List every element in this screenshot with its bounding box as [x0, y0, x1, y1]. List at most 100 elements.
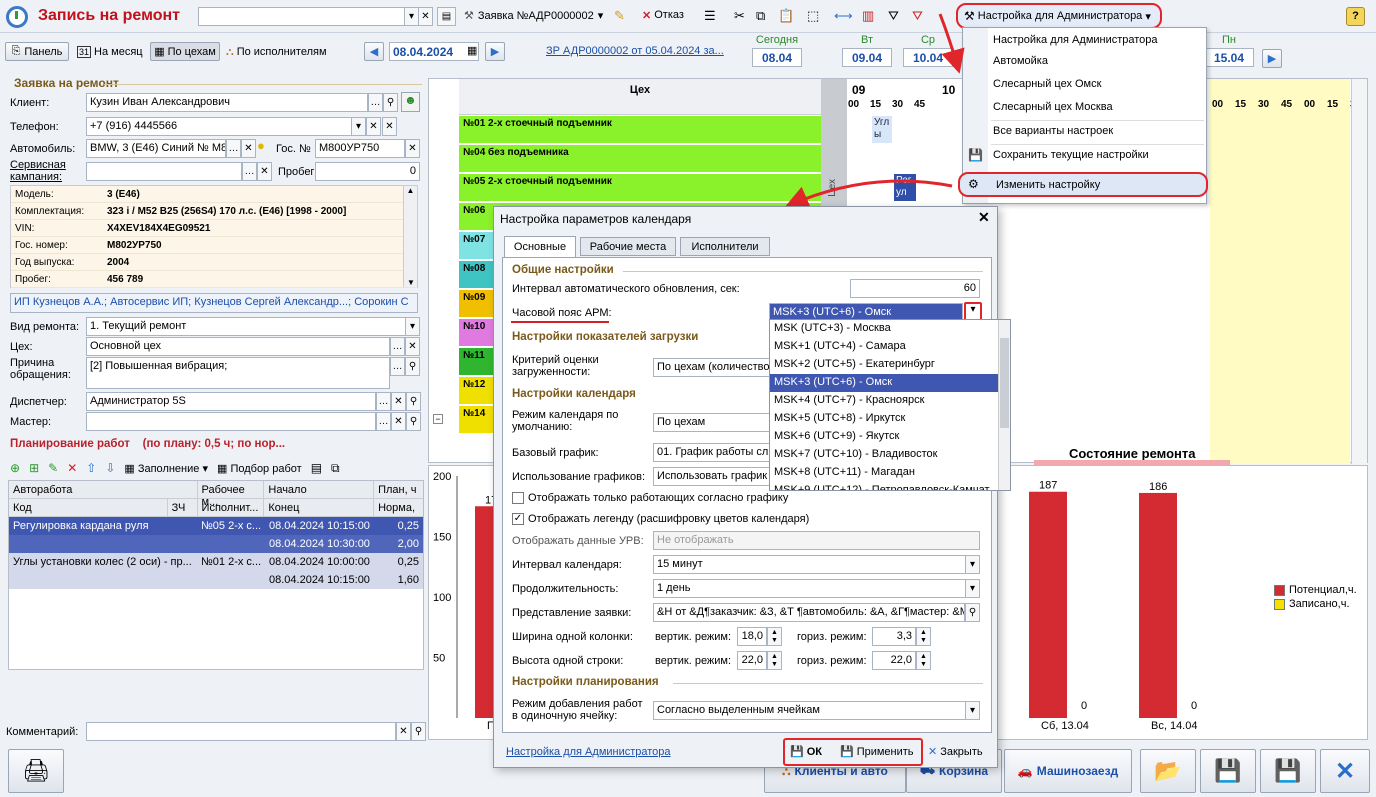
- close-button[interactable]: ✕: [1320, 749, 1370, 793]
- cancel-button[interactable]: ✕ Отказ: [642, 9, 684, 22]
- clear-button[interactable]: ✕: [396, 722, 411, 741]
- refresh-field[interactable]: 60: [850, 279, 980, 298]
- menu-item-all-variants[interactable]: Все варианты настроек: [963, 121, 1206, 144]
- client-field[interactable]: Кузин Иван Александрович: [86, 93, 368, 112]
- month-button[interactable]: 31 На месяц: [77, 46, 143, 58]
- master-field[interactable]: [86, 412, 376, 431]
- load-select[interactable]: По цехам (количество: [653, 358, 771, 377]
- tab-workplaces[interactable]: Рабочие места: [580, 237, 676, 256]
- col-horiz-field[interactable]: 3,3: [872, 627, 916, 646]
- edit-icon[interactable]: ✎: [614, 8, 625, 24]
- search-icon[interactable]: ⚲: [405, 357, 420, 376]
- use-select[interactable]: Использовать график: [653, 467, 771, 486]
- menu-item-admin[interactable]: Настройка для Администратора: [963, 28, 1206, 51]
- search-icon[interactable]: ⚲: [411, 722, 426, 741]
- more-button[interactable]: …: [368, 93, 383, 112]
- duration-select[interactable]: 1 день: [653, 579, 980, 598]
- arrival-button[interactable]: 🚗 Машинозаезд: [1004, 749, 1132, 793]
- fill-button[interactable]: ▦ Заполнение ▾: [124, 462, 208, 475]
- tz-option[interactable]: MSK+4 (UTC+7) - Красноярск: [770, 392, 1010, 410]
- date-input[interactable]: 08.04.2024: [389, 42, 479, 61]
- dispatcher-field[interactable]: Администратор 5S: [86, 392, 376, 411]
- spinner-icon[interactable]: ▲ ▼: [916, 627, 931, 646]
- day-today[interactable]: Сегодня 08.04: [752, 34, 802, 67]
- table-row[interactable]: Углы установки колес (2 оси) - пр... №01…: [9, 553, 423, 589]
- chevron-down-icon[interactable]: ▾: [965, 555, 980, 574]
- more-button[interactable]: …: [390, 357, 405, 376]
- scrollbar[interactable]: [1351, 79, 1367, 464]
- bay-row[interactable]: №05 2-х стоечный подъемник: [459, 174, 821, 202]
- campaign-field[interactable]: [86, 162, 242, 181]
- chevron-down-icon[interactable]: ▾: [351, 117, 366, 136]
- chevron-down-icon[interactable]: ▾: [404, 7, 419, 26]
- row-horiz-field[interactable]: 22,0: [872, 651, 916, 670]
- tz-option[interactable]: MSK+2 (UTC+5) - Екатеринбург: [770, 356, 1010, 374]
- close-icon[interactable]: ✕: [978, 209, 990, 226]
- tz-option[interactable]: MSK+5 (UTC+8) - Иркутск: [770, 410, 1010, 428]
- print-button[interactable]: 🖨: [8, 749, 64, 793]
- bay-row[interactable]: №01 2-х стоечный подъемник: [459, 116, 821, 144]
- car-field[interactable]: BMW, 3 (E46) Синий № М8: [86, 139, 226, 158]
- mode-select[interactable]: По цехам: [653, 413, 771, 432]
- menu-item-carwash[interactable]: Автомойка: [963, 51, 1206, 74]
- menu-item-change-setting[interactable]: ⚙ Изменить настройку: [958, 172, 1208, 197]
- apply-button[interactable]: 💾 Применить: [840, 745, 914, 759]
- move-down-icon[interactable]: ⇩: [105, 461, 115, 475]
- spinner-icon[interactable]: ▲ ▼: [767, 651, 782, 670]
- filter-clear-icon[interactable]: ⛛: [912, 8, 923, 24]
- admin-settings-button[interactable]: ⚒ Настройка для Администратора ▾: [956, 3, 1162, 29]
- clear-button[interactable]: ✕: [405, 337, 420, 356]
- more-button[interactable]: …: [226, 139, 241, 158]
- table-row[interactable]: Регулировка кардана руля №05 2-х с... 08…: [9, 517, 423, 553]
- copy-icon[interactable]: ⧉: [331, 461, 340, 476]
- open-folder-button[interactable]: 📂: [1140, 749, 1196, 793]
- menu-item-moscow[interactable]: Слесарный цех Москва: [963, 97, 1206, 120]
- panel-button[interactable]: ⎘ Панель: [5, 42, 69, 61]
- gos-field[interactable]: М800УР750: [315, 139, 405, 158]
- save-close-button[interactable]: 💾: [1200, 749, 1256, 793]
- admin-settings-link[interactable]: Настройка для Администратора: [506, 746, 671, 758]
- clear-button[interactable]: ✕: [241, 139, 256, 158]
- tz-option[interactable]: MSK+3 (UTC+6) - Омск: [770, 374, 1010, 392]
- add-copy-icon[interactable]: ⊞: [29, 461, 39, 475]
- booking-cell[interactable]: Рег ул: [894, 174, 916, 201]
- col-vert-field[interactable]: 18,0: [737, 627, 767, 646]
- clear-search-button[interactable]: ✕: [418, 7, 433, 26]
- chevron-down-icon[interactable]: ▾: [965, 579, 980, 598]
- only-working-checkbox[interactable]: Отображать только работающих согласно гр…: [512, 492, 788, 504]
- add-mode-select[interactable]: Согласно выделенным ячейкам: [653, 701, 980, 720]
- clear-button[interactable]: ✕: [391, 392, 406, 411]
- view-field[interactable]: &Н от &Д¶заказчик: &З, &Т ¶автомобиль: &…: [653, 603, 965, 622]
- by-shops-button[interactable]: ▦ По цехам: [150, 42, 220, 61]
- urv-select[interactable]: Не отображать: [653, 531, 980, 550]
- row-vert-field[interactable]: 22,0: [737, 651, 767, 670]
- close-dialog-button[interactable]: ✕ Закрыть: [928, 745, 983, 759]
- tz-option[interactable]: MSK (UTC+3) - Москва: [770, 320, 1010, 338]
- resize-icon[interactable]: ⟷: [834, 8, 853, 24]
- tab-workers[interactable]: Исполнители: [680, 237, 770, 256]
- main-search-input[interactable]: [198, 7, 418, 26]
- day-wed[interactable]: Ср 10.04: [903, 34, 953, 67]
- delete-icon[interactable]: ✕: [67, 461, 77, 475]
- search-icon[interactable]: ⚲: [406, 412, 421, 431]
- add-user-icon[interactable]: ☻: [401, 92, 420, 112]
- form-icon[interactable]: ▤: [437, 7, 456, 26]
- show-legend-checkbox[interactable]: ✓ Отображать легенду (расшифровку цветов …: [512, 513, 809, 525]
- spinner-icon[interactable]: ▲ ▼: [916, 651, 931, 670]
- day-mon[interactable]: Пн 15.04: [1204, 34, 1254, 67]
- org-field[interactable]: ИП Кузнецов А.А.; Автосервис ИП; Кузнецо…: [10, 293, 418, 313]
- tz-option[interactable]: MSK+6 (UTC+9) - Якутск: [770, 428, 1010, 446]
- search-icon[interactable]: ⚲: [406, 392, 421, 411]
- mileage-field[interactable]: 0: [315, 162, 420, 181]
- search-icon[interactable]: ⚲: [965, 603, 980, 622]
- tz-option[interactable]: MSK+1 (UTC+4) - Самара: [770, 338, 1010, 356]
- search-icon[interactable]: ⚲: [383, 93, 398, 112]
- list-icon[interactable]: ☰: [704, 8, 716, 24]
- menu-item-omsk[interactable]: Слесарный цех Омск: [963, 74, 1206, 97]
- by-workers-button[interactable]: ⛬ По исполнителям: [226, 46, 327, 59]
- clear-button[interactable]: ✕: [391, 412, 406, 431]
- copy-icon[interactable]: ⧉: [756, 8, 765, 24]
- select-works-button[interactable]: ▦ Подбор работ: [217, 462, 302, 475]
- clear-button-2[interactable]: ✕: [382, 117, 397, 136]
- tab-main[interactable]: Основные: [504, 236, 576, 257]
